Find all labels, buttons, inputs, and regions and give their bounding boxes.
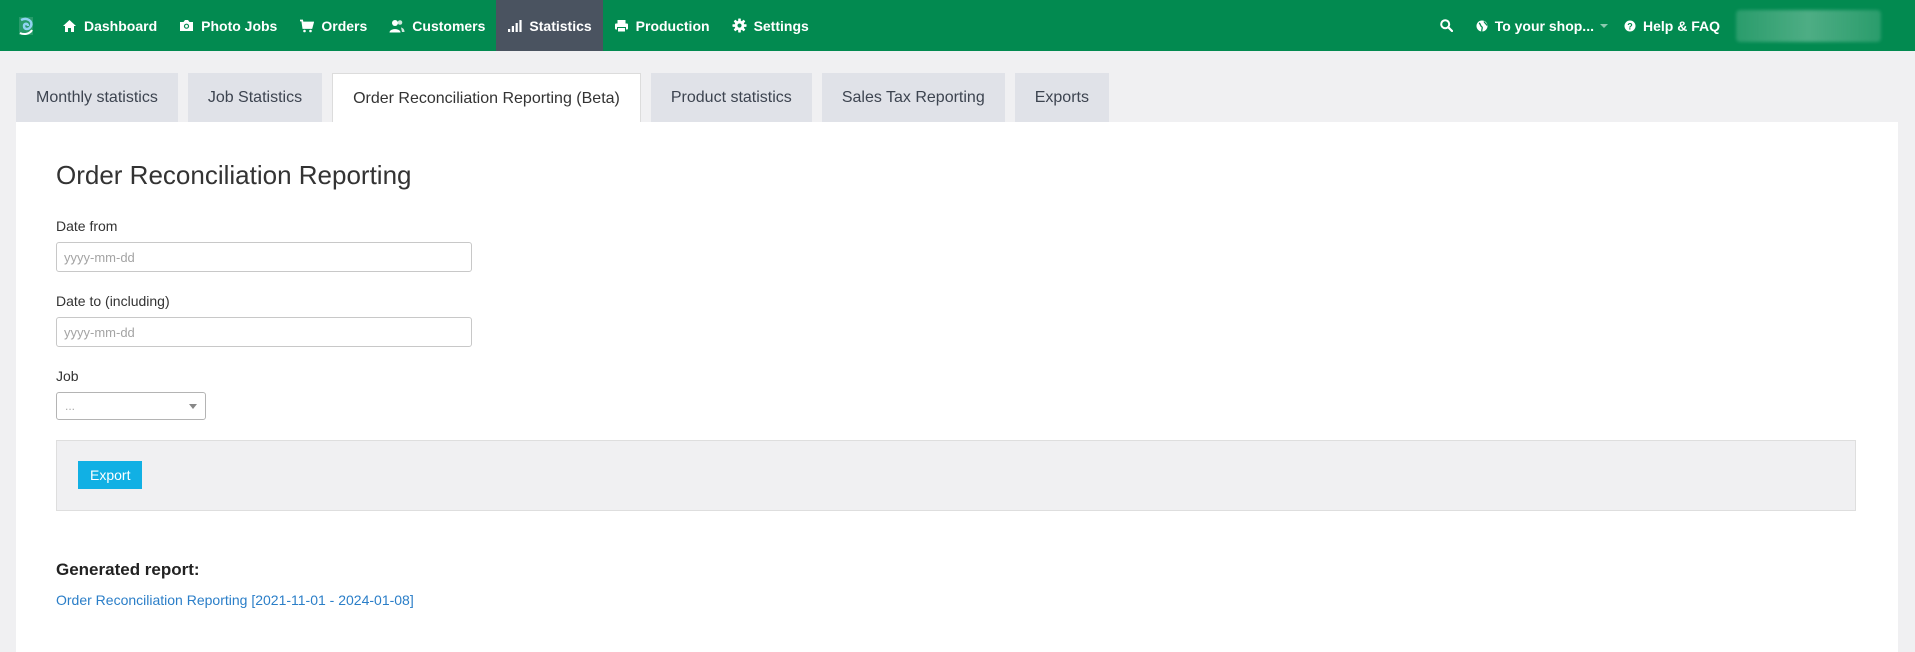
tab-job-statistics[interactable]: Job Statistics <box>187 73 323 122</box>
logo-icon <box>18 16 33 35</box>
users-icon <box>389 19 405 32</box>
gear-icon <box>732 18 747 33</box>
top-navigation: Dashboard Photo Jobs Orders Customers St… <box>0 0 1915 51</box>
export-actions: Export <box>56 440 1856 511</box>
nav-photo-jobs[interactable]: Photo Jobs <box>168 0 288 51</box>
nav-photo-jobs-label: Photo Jobs <box>201 17 278 34</box>
question-icon: ? <box>1624 20 1636 31</box>
generated-report-link[interactable]: Order Reconciliation Reporting [2021-11-… <box>56 592 414 608</box>
job-select-value: ... <box>65 399 76 413</box>
tab-monthly-statistics[interactable]: Monthly statistics <box>16 73 178 122</box>
search-icon <box>1439 19 1453 32</box>
tab-sales-tax-reporting[interactable]: Sales Tax Reporting <box>821 73 1005 122</box>
statistics-tabs: Monthly statistics Job Statistics Order … <box>16 73 1119 123</box>
export-button[interactable]: Export <box>78 461 143 489</box>
nav-orders-label: Orders <box>321 17 368 34</box>
tab-order-reconciliation[interactable]: Order Reconciliation Reporting (Beta) <box>332 73 641 123</box>
cart-icon <box>300 19 315 32</box>
camera-icon <box>180 20 194 31</box>
generated-report-heading: Generated report: <box>56 560 200 579</box>
date-to-label: Date to (including) <box>56 293 170 309</box>
nav-settings-label: Settings <box>753 17 809 34</box>
job-select[interactable]: ... <box>56 392 206 420</box>
search-button[interactable] <box>1432 0 1468 51</box>
date-from-input[interactable] <box>56 242 472 272</box>
svg-text:?: ? <box>1627 21 1633 31</box>
date-to-input[interactable] <box>56 317 472 347</box>
nav-settings[interactable]: Settings <box>721 0 820 51</box>
page-title: Order Reconciliation Reporting <box>56 160 412 190</box>
chevron-down-icon <box>1599 23 1608 28</box>
shop-dropdown[interactable]: To your shop... <box>1468 0 1616 51</box>
nav-dashboard[interactable]: Dashboard <box>51 0 168 51</box>
chevron-down-icon <box>189 403 197 409</box>
print-icon <box>614 19 628 32</box>
job-label: Job <box>56 368 79 384</box>
help-link[interactable]: ? Help & FAQ <box>1616 0 1728 51</box>
help-link-label: Help & FAQ <box>1642 17 1720 34</box>
user-account-menu[interactable] <box>1736 9 1881 42</box>
nav-right: To your shop... ? Help & FAQ <box>1432 0 1915 51</box>
shop-dropdown-label: To your shop... <box>1494 17 1594 34</box>
report-panel: Order Reconciliation Reporting Date from… <box>16 122 1898 652</box>
date-from-label: Date from <box>56 218 118 234</box>
nav-statistics-label: Statistics <box>529 17 592 34</box>
nav-customers-label: Customers <box>412 17 486 34</box>
home-icon <box>63 19 76 32</box>
nav-orders[interactable]: Orders <box>288 0 378 51</box>
nav-customers[interactable]: Customers <box>378 0 496 51</box>
nav-production-label: Production <box>635 17 710 34</box>
nav-dashboard-label: Dashboard <box>84 17 158 34</box>
app-logo[interactable] <box>0 0 51 51</box>
nav-production[interactable]: Production <box>603 0 721 51</box>
globe-icon <box>1476 20 1488 32</box>
tab-exports[interactable]: Exports <box>1014 73 1109 122</box>
bar-chart-icon <box>508 19 523 32</box>
tab-product-statistics[interactable]: Product statistics <box>650 73 812 122</box>
nav-statistics[interactable]: Statistics <box>496 0 603 51</box>
